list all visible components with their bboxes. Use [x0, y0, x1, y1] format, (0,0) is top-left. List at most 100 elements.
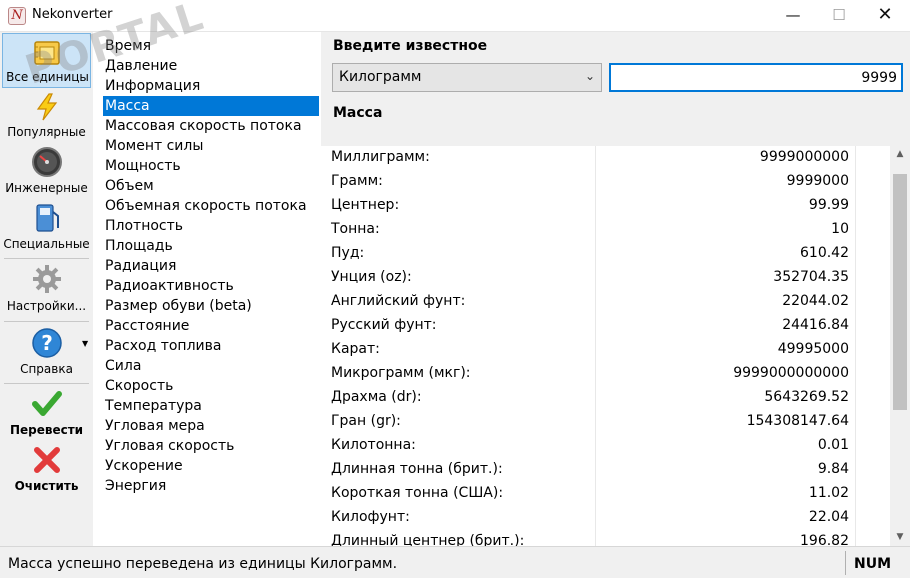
help-icon: ? [31, 328, 62, 358]
convert-button[interactable]: Перевести [2, 387, 91, 441]
category-item[interactable]: Радиоактивность [103, 276, 319, 296]
result-row[interactable]: Центнер: 99.99 [321, 194, 891, 218]
category-item[interactable]: Массовая скорость потока [103, 116, 319, 136]
category-item[interactable]: Момент силы [103, 136, 319, 156]
special-label: Специальные [3, 237, 90, 251]
unit-value: 24416.84 [782, 317, 849, 333]
unit-name: Грамм: [331, 173, 383, 189]
unit-dropdown-value: Килограмм [339, 69, 422, 85]
window-title: Nekonverter [32, 7, 113, 22]
result-row[interactable]: Миллиграмм: 9999000000 [321, 146, 891, 170]
result-row[interactable]: Английский фунт: 22044.02 [321, 290, 891, 314]
engineering-button[interactable]: Инженерные [2, 144, 91, 198]
result-row[interactable]: Карат: 49995000 [321, 338, 891, 362]
scroll-up-icon[interactable]: ▲ [890, 146, 910, 163]
result-row[interactable]: Русский фунт: 24416.84 [321, 314, 891, 338]
result-row[interactable]: Пуд: 610.42 [321, 242, 891, 266]
unit-name: Английский фунт: [331, 293, 466, 309]
results-section-title: Масса [333, 105, 383, 121]
maximize-button[interactable]: ☐ [816, 0, 862, 32]
left-toolbar: Все единицы Популярные Инженерные Специа… [0, 32, 93, 546]
popular-label: Популярные [7, 125, 86, 139]
category-item[interactable]: Расход топлива [103, 336, 319, 356]
unit-name: Короткая тонна (США): [331, 485, 504, 501]
result-row[interactable]: Длинный центнер (брит.): 196.82 [321, 530, 891, 546]
value-input[interactable] [609, 63, 903, 92]
unit-name: Килотонна: [331, 437, 416, 453]
toolbar-separator [4, 383, 89, 384]
result-row[interactable]: Гран (gr): 154308147.64 [321, 410, 891, 434]
result-row[interactable]: Унция (oz): 352704.35 [321, 266, 891, 290]
category-item[interactable]: Ускорение [103, 456, 319, 476]
result-row[interactable]: Микрограмм (мкг): 9999000000000 [321, 362, 891, 386]
unit-name: Гран (gr): [331, 413, 401, 429]
unit-name: Центнер: [331, 197, 400, 213]
x-icon [33, 447, 60, 473]
category-item[interactable]: Скорость [103, 376, 319, 396]
category-list[interactable]: Время Давление Информация Масса Массовая ско… [93, 32, 321, 546]
popular-button[interactable]: Популярные [2, 90, 91, 142]
category-item[interactable]: Угловая скорость [103, 436, 319, 456]
category-item[interactable]: Площадь [103, 236, 319, 256]
results-table[interactable]: Миллиграмм: 9999000000 Грамм: 9999000 Центне… [321, 146, 910, 546]
category-item[interactable]: Радиация [103, 256, 319, 276]
scrollbar-thumb[interactable] [893, 174, 907, 410]
unit-value: 11.02 [808, 485, 849, 501]
help-button[interactable]: ? Справка ▼ [2, 325, 91, 379]
special-button[interactable]: Специальные [2, 200, 91, 254]
unit-value: 22044.02 [782, 293, 849, 309]
category-item[interactable]: Температура [103, 396, 319, 416]
result-row[interactable]: Грамм: 9999000 [321, 170, 891, 194]
category-item[interactable]: Сила [103, 356, 319, 376]
result-row[interactable]: Килотонна: 0.01 [321, 434, 891, 458]
unit-name: Русский фунт: [331, 317, 437, 333]
result-row[interactable]: Короткая тонна (США): 11.02 [321, 482, 891, 506]
unit-value: 9.84 [817, 461, 849, 477]
result-row[interactable]: Длинная тонна (брит.): 9.84 [321, 458, 891, 482]
status-divider [845, 551, 846, 575]
category-item[interactable]: Информация [103, 76, 319, 96]
unit-value: 9999000000 [759, 149, 849, 165]
unit-dropdown[interactable]: Килограмм ⌄ [332, 63, 602, 92]
clear-button[interactable]: Очистить [2, 443, 91, 497]
engineering-label: Инженерные [5, 181, 88, 195]
category-item[interactable]: Масса [103, 96, 319, 116]
category-item[interactable]: Энергия [103, 476, 319, 496]
checkmark-icon [31, 391, 62, 416]
all-units-button[interactable]: Все единицы [2, 33, 91, 88]
close-button[interactable]: ✕ [862, 0, 908, 32]
settings-button[interactable]: Настройки... [2, 262, 91, 318]
unit-name: Микрограмм (мкг): [331, 365, 471, 381]
category-item[interactable]: Расстояние [103, 316, 319, 336]
all-units-icon [33, 41, 60, 65]
unit-value: 49995000 [777, 341, 849, 357]
settings-label: Настройки... [6, 299, 87, 313]
result-row[interactable]: Драхма (dr): 5643269.52 [321, 386, 891, 410]
category-item[interactable]: Давление [103, 56, 319, 76]
results-scrollbar[interactable]: ▲ ▼ [890, 146, 910, 546]
category-item[interactable]: Объемная скорость потока [103, 196, 319, 216]
help-label: Справка [20, 362, 73, 376]
category-item[interactable]: Угловая мера [103, 416, 319, 436]
unit-name: Тонна: [331, 221, 380, 237]
unit-name: Унция (oz): [331, 269, 412, 285]
category-item[interactable]: Время [103, 36, 319, 56]
result-row[interactable]: Килофунт: 22.04 [321, 506, 891, 530]
unit-value: 9999000 [786, 173, 849, 189]
unit-value: 99.99 [808, 197, 849, 213]
scroll-down-icon[interactable]: ▼ [890, 529, 910, 546]
result-row[interactable]: Тонна: 10 [321, 218, 891, 242]
unit-value: 22.04 [808, 509, 849, 525]
category-item[interactable]: Плотность [103, 216, 319, 236]
category-item[interactable]: Объем [103, 176, 319, 196]
minimize-button[interactable]: — [770, 0, 816, 32]
category-item[interactable]: Размер обуви (beta) [103, 296, 319, 316]
convert-label: Перевести [9, 423, 84, 437]
category-item[interactable]: Мощность [103, 156, 319, 176]
svg-text:?: ? [41, 331, 53, 355]
unit-value: 610.42 [800, 245, 849, 261]
clear-label: Очистить [14, 479, 79, 493]
unit-name: Килофунт: [331, 509, 410, 525]
title-bar: N Nekonverter — ☐ ✕ [0, 0, 910, 32]
dropdown-arrow-icon[interactable]: ▼ [82, 339, 88, 348]
